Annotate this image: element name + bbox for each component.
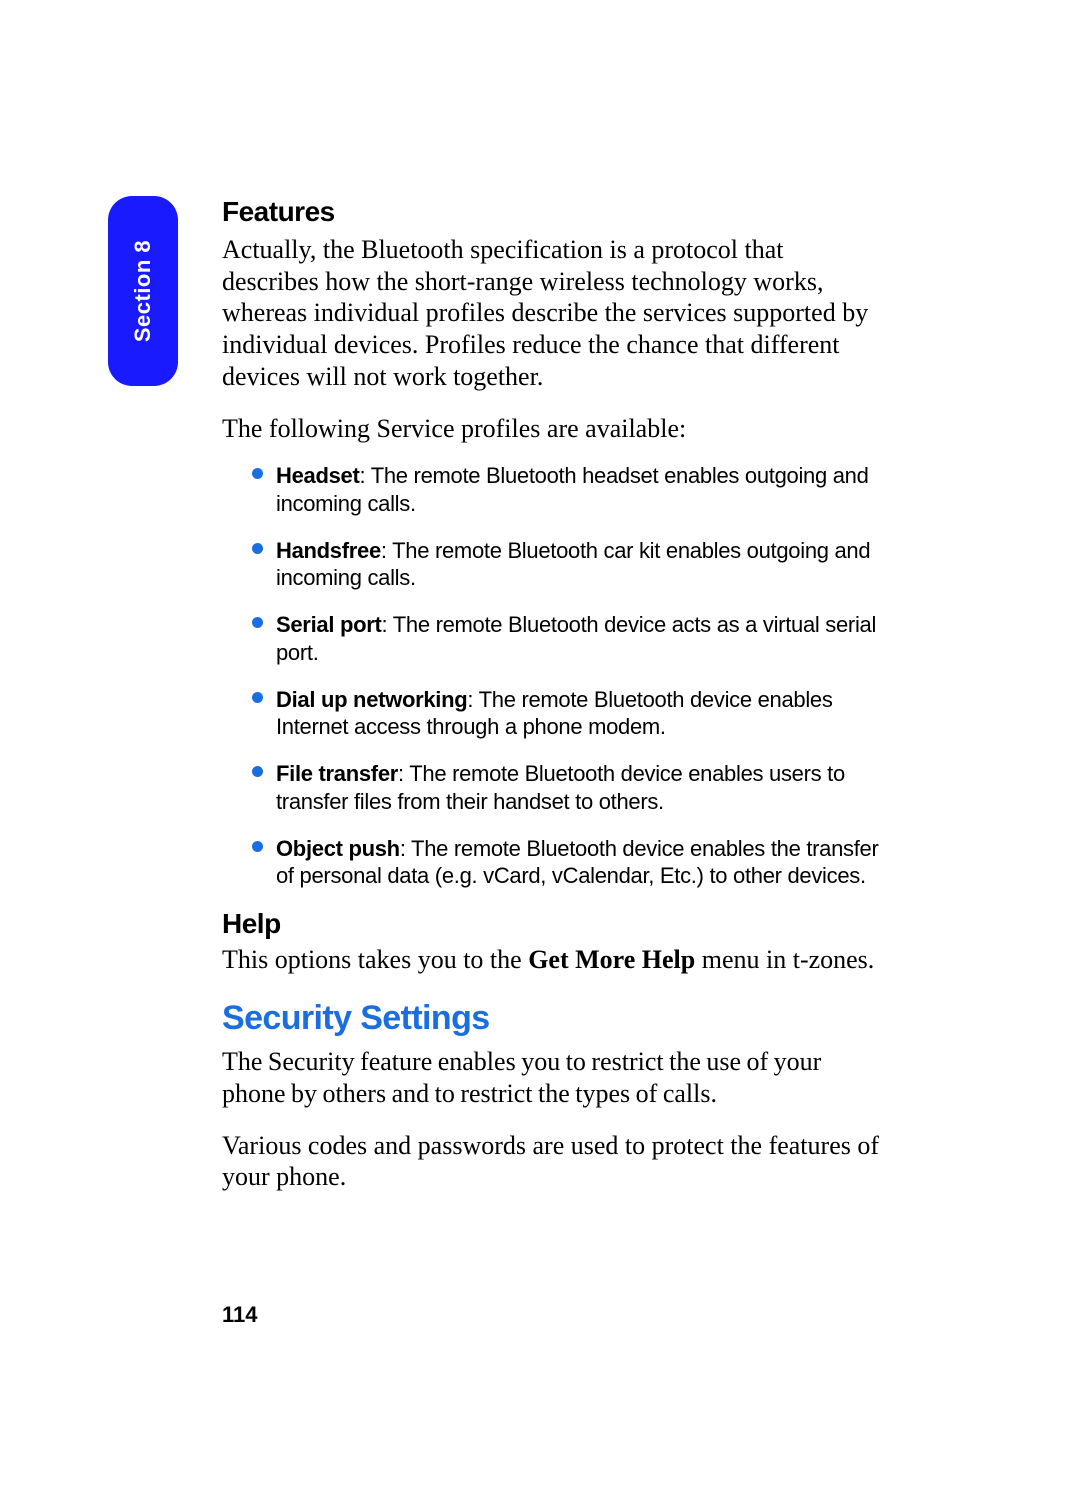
help-text-suffix: menu in t-zones. (695, 945, 874, 974)
help-text-prefix: This options takes you to the (222, 945, 528, 974)
profile-term: Serial port (276, 612, 382, 637)
security-paragraph-2: Various codes and passwords are used to … (222, 1130, 882, 1193)
help-bold: Get More Help (528, 945, 695, 974)
heading-features: Features (222, 196, 882, 228)
list-item: Object push: The remote Bluetooth device… (256, 835, 882, 890)
features-paragraph-2: The following Service profiles are avail… (222, 413, 882, 445)
profile-term: Dial up networking (276, 687, 467, 712)
page-content: Features Actually, the Bluetooth specifi… (222, 196, 882, 1193)
section-tab-label: Section 8 (130, 240, 156, 342)
section-tab: Section 8 (108, 196, 178, 386)
profile-term: File transfer (276, 761, 398, 786)
profile-desc: : The remote Bluetooth headset enables o… (276, 463, 869, 515)
list-item: Dial up networking: The remote Bluetooth… (256, 686, 882, 741)
profile-term: Handsfree (276, 538, 381, 563)
profiles-list: Headset: The remote Bluetooth headset en… (222, 462, 882, 889)
profile-term: Headset (276, 463, 360, 488)
profile-term: Object push (276, 836, 400, 861)
list-item: Headset: The remote Bluetooth headset en… (256, 462, 882, 517)
security-paragraph-1: The Security feature enables you to rest… (222, 1046, 882, 1109)
page-number: 114 (222, 1302, 258, 1328)
heading-security-settings: Security Settings (222, 999, 882, 1038)
help-paragraph: This options takes you to the Get More H… (222, 944, 882, 976)
features-paragraph-1: Actually, the Bluetooth specification is… (222, 234, 882, 393)
list-item: Handsfree: The remote Bluetooth car kit … (256, 537, 882, 592)
list-item: Serial port: The remote Bluetooth device… (256, 611, 882, 666)
heading-help: Help (222, 908, 882, 940)
list-item: File transfer: The remote Bluetooth devi… (256, 760, 882, 815)
